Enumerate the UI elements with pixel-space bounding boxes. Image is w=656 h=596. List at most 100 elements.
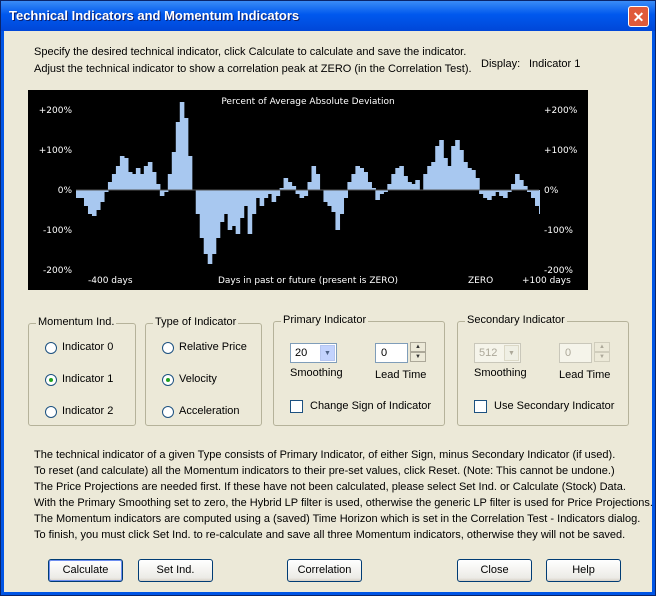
primary-smoothing-select[interactable]: 20 ▼ <box>290 343 337 363</box>
chart-bar <box>123 158 129 190</box>
help-button[interactable]: Help <box>546 559 621 582</box>
chart-bar <box>247 190 253 234</box>
radio-label: Indicator 1 <box>62 373 114 385</box>
chevron-down-icon[interactable]: ▼ <box>320 345 335 361</box>
chart-bar <box>303 190 309 196</box>
chart-bar <box>415 180 420 190</box>
primary-lead-input[interactable]: 0 <box>375 343 408 363</box>
chart-bar <box>215 190 221 238</box>
description-line: With the Primary Smoothing set to zero, … <box>34 497 653 509</box>
chart-bar <box>523 186 528 190</box>
chart-xlabel: Days in past or future (present is ZERO) <box>218 276 398 286</box>
chart-bar <box>107 182 113 190</box>
correlation-button[interactable]: Correlation <box>287 559 362 582</box>
x-tick-label: +100 days <box>522 276 571 286</box>
radio-acceleration[interactable] <box>162 406 174 418</box>
chart-bar <box>363 172 368 190</box>
use-secondary-label: Use Secondary Indicator <box>494 400 615 412</box>
description-line: To reset (and calculate) all the Momentu… <box>34 465 615 477</box>
spin-up-icon[interactable]: ▲ <box>410 342 426 352</box>
chart-bar <box>203 190 209 254</box>
spin-up-icon[interactable]: ▲ <box>594 342 610 352</box>
chart-bar <box>531 190 536 198</box>
chart-bar <box>503 190 508 198</box>
chart-bar <box>243 190 249 206</box>
chart-bar <box>155 184 161 190</box>
chart-bar <box>403 176 408 190</box>
secondary-lead-spinner[interactable]: ▲ ▼ <box>594 342 610 363</box>
chart-bar <box>499 190 504 196</box>
chart-bar <box>519 180 524 190</box>
set-ind-button[interactable]: Set Ind. <box>138 559 213 582</box>
intro-line-2: Adjust the technical indicator to show a… <box>34 63 472 75</box>
chart-bar <box>535 190 540 206</box>
radio-label: Acceleration <box>179 405 240 417</box>
chart-bar <box>195 190 201 214</box>
type-group: Type of Indicator Relative Price Velocit… <box>145 316 262 426</box>
radio-velocity[interactable] <box>162 374 174 386</box>
chart-bar <box>455 140 460 190</box>
chart-bar <box>151 172 157 190</box>
primary-lead-label: Lead Time <box>375 369 427 381</box>
chart-bar <box>443 158 448 190</box>
change-sign-label: Change Sign of Indicator <box>310 400 432 412</box>
description-line: To finish, you must click Set Ind. to re… <box>34 529 626 541</box>
chart-bar <box>395 168 400 190</box>
close-button[interactable]: Close <box>457 559 532 582</box>
secondary-lead-input[interactable]: 0 <box>559 343 592 363</box>
intro-line-1: Specify the desired technical indicator,… <box>34 46 467 58</box>
secondary-lead-value: 0 <box>565 347 572 359</box>
chart-bar <box>411 184 416 190</box>
chart-bar <box>323 190 329 202</box>
radio-indicator-2[interactable] <box>45 406 57 418</box>
description-line: The Price Projections are needed first. … <box>34 481 626 493</box>
use-secondary-checkbox[interactable] <box>474 400 487 413</box>
type-group-label: Type of Indicator <box>153 316 239 328</box>
chart-bar <box>211 190 217 254</box>
chart-bar <box>199 190 205 238</box>
chart-bar <box>427 166 432 190</box>
close-icon[interactable]: ✕ <box>628 6 649 27</box>
chart-bar <box>439 140 444 190</box>
y-tick-label-left: +200% <box>39 106 73 116</box>
radio-indicator-0[interactable] <box>45 342 57 354</box>
primary-lead-spinner[interactable]: ▲ ▼ <box>410 342 426 363</box>
y-tick-label-right: 0% <box>544 186 559 196</box>
chart-bar <box>159 190 165 196</box>
chart-bar <box>379 190 384 194</box>
y-tick-label-right: +100% <box>544 146 578 156</box>
secondary-smoothing-select[interactable]: 512 ▼ <box>474 343 521 363</box>
secondary-lead-label: Lead Time <box>559 369 611 381</box>
secondary-smoothing-label: Smoothing <box>474 367 527 379</box>
change-sign-checkbox[interactable] <box>290 400 303 413</box>
y-tick-label-left: -100% <box>43 226 72 236</box>
chart-bar <box>287 182 293 190</box>
spin-down-icon[interactable]: ▼ <box>410 352 426 362</box>
chart-bar <box>119 156 125 190</box>
calculate-button[interactable]: Calculate <box>48 559 123 582</box>
chart-bar <box>475 178 480 190</box>
chart-bar <box>187 156 193 190</box>
title-bar[interactable]: Technical Indicators and Momentum Indica… <box>1 1 655 31</box>
chart-bar <box>227 190 233 230</box>
secondary-group-label: Secondary Indicator <box>465 314 567 326</box>
radio-indicator-1[interactable] <box>45 374 57 386</box>
chart-bar <box>255 190 261 198</box>
chart-bar <box>355 166 360 190</box>
radio-relative-price[interactable] <box>162 342 174 354</box>
y-tick-label-left: +100% <box>39 146 73 156</box>
x-tick-label: -400 days <box>88 276 133 286</box>
chart-bar <box>219 190 225 222</box>
chevron-down-icon[interactable]: ▼ <box>504 345 519 361</box>
chart-bar <box>207 190 213 264</box>
chart-bar <box>327 190 333 206</box>
chart-bar <box>463 162 468 190</box>
spin-down-icon[interactable]: ▼ <box>594 352 610 362</box>
chart-bar <box>315 174 321 190</box>
chart-bar <box>283 178 289 190</box>
display-label: Display: <box>481 58 521 70</box>
chart-svg: Percent of Average Absolute Deviation Da… <box>39 97 578 286</box>
chart-bar <box>467 168 472 190</box>
chart-bar <box>171 152 177 190</box>
description-line: The technical indicator of a given Type … <box>34 449 616 461</box>
